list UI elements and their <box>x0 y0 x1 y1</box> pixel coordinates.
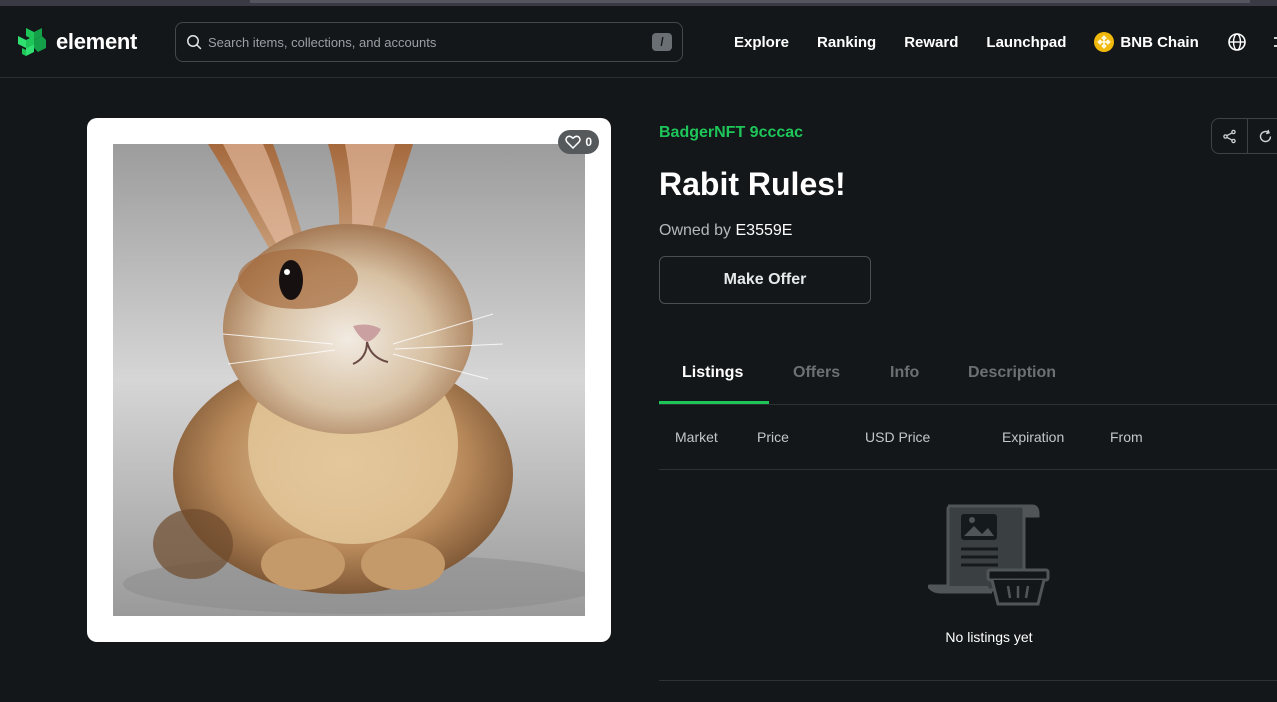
logo[interactable]: element <box>16 26 137 58</box>
column-market: Market <box>675 429 718 445</box>
brand-name: element <box>56 29 138 54</box>
share-button[interactable] <box>1212 119 1248 153</box>
search-icon <box>187 35 202 50</box>
browser-tab-highlight <box>250 0 1250 3</box>
chain-name: BNB Chain <box>1120 33 1199 51</box>
site-header: element / Explore Ranking Reward Launchp… <box>0 6 1277 78</box>
nav-launchpad[interactable]: Launchpad <box>986 34 1066 51</box>
tab-description[interactable]: Description <box>968 364 1056 382</box>
heart-icon <box>565 135 582 149</box>
column-expiration: Expiration <box>1002 429 1065 445</box>
empty-listings-icon <box>928 504 1050 606</box>
owned-by-label: Owned by <box>659 222 732 239</box>
listings-table-header: Market Price USD Price Expiration From <box>659 405 1277 470</box>
like-button[interactable]: 0 <box>558 130 599 154</box>
nav-explore[interactable]: Explore <box>734 34 789 51</box>
nav-reward[interactable]: Reward <box>904 34 958 51</box>
active-tab-indicator <box>659 401 769 404</box>
nav-ranking[interactable]: Ranking <box>817 34 876 51</box>
nft-artwork[interactable] <box>113 144 585 616</box>
make-offer-button[interactable]: Make Offer <box>659 256 871 304</box>
empty-listings-message: No listings yet <box>945 629 1033 645</box>
search-box[interactable]: / <box>175 22 683 62</box>
tab-offers[interactable]: Offers <box>793 364 840 382</box>
main-nav: Explore Ranking Reward Launchpad BNB Cha… <box>734 6 1247 78</box>
tab-listings[interactable]: Listings <box>682 364 743 382</box>
column-usd-price: USD Price <box>865 429 931 445</box>
collection-link[interactable]: BadgerNFT 9cccac <box>659 124 803 142</box>
column-from: From <box>1110 429 1143 445</box>
divider <box>659 680 1277 681</box>
refresh-icon <box>1259 129 1272 142</box>
nft-title: Rabit Rules! <box>659 166 846 202</box>
share-icon <box>1223 129 1236 143</box>
detail-tabs: Listings Offers Info Description <box>659 340 1277 405</box>
globe-icon[interactable] <box>1227 32 1247 52</box>
tab-info[interactable]: Info <box>890 364 919 382</box>
bnb-chain-icon <box>1094 32 1115 52</box>
search-input[interactable] <box>208 34 648 50</box>
nft-image-card: 0 <box>87 118 611 642</box>
chain-selector[interactable]: BNB Chain <box>1094 32 1199 52</box>
owner-line: Owned by E3559E <box>659 222 792 240</box>
item-actions <box>1211 118 1277 154</box>
element-logo-icon <box>18 28 46 56</box>
search-shortcut-key: / <box>652 33 672 51</box>
column-price: Price <box>757 429 789 445</box>
like-count: 0 <box>585 135 592 149</box>
menu-icon[interactable] <box>1270 33 1277 51</box>
owner-link[interactable]: E3559E <box>736 222 793 239</box>
refresh-button[interactable] <box>1248 119 1277 153</box>
rabbit-image <box>113 144 585 616</box>
